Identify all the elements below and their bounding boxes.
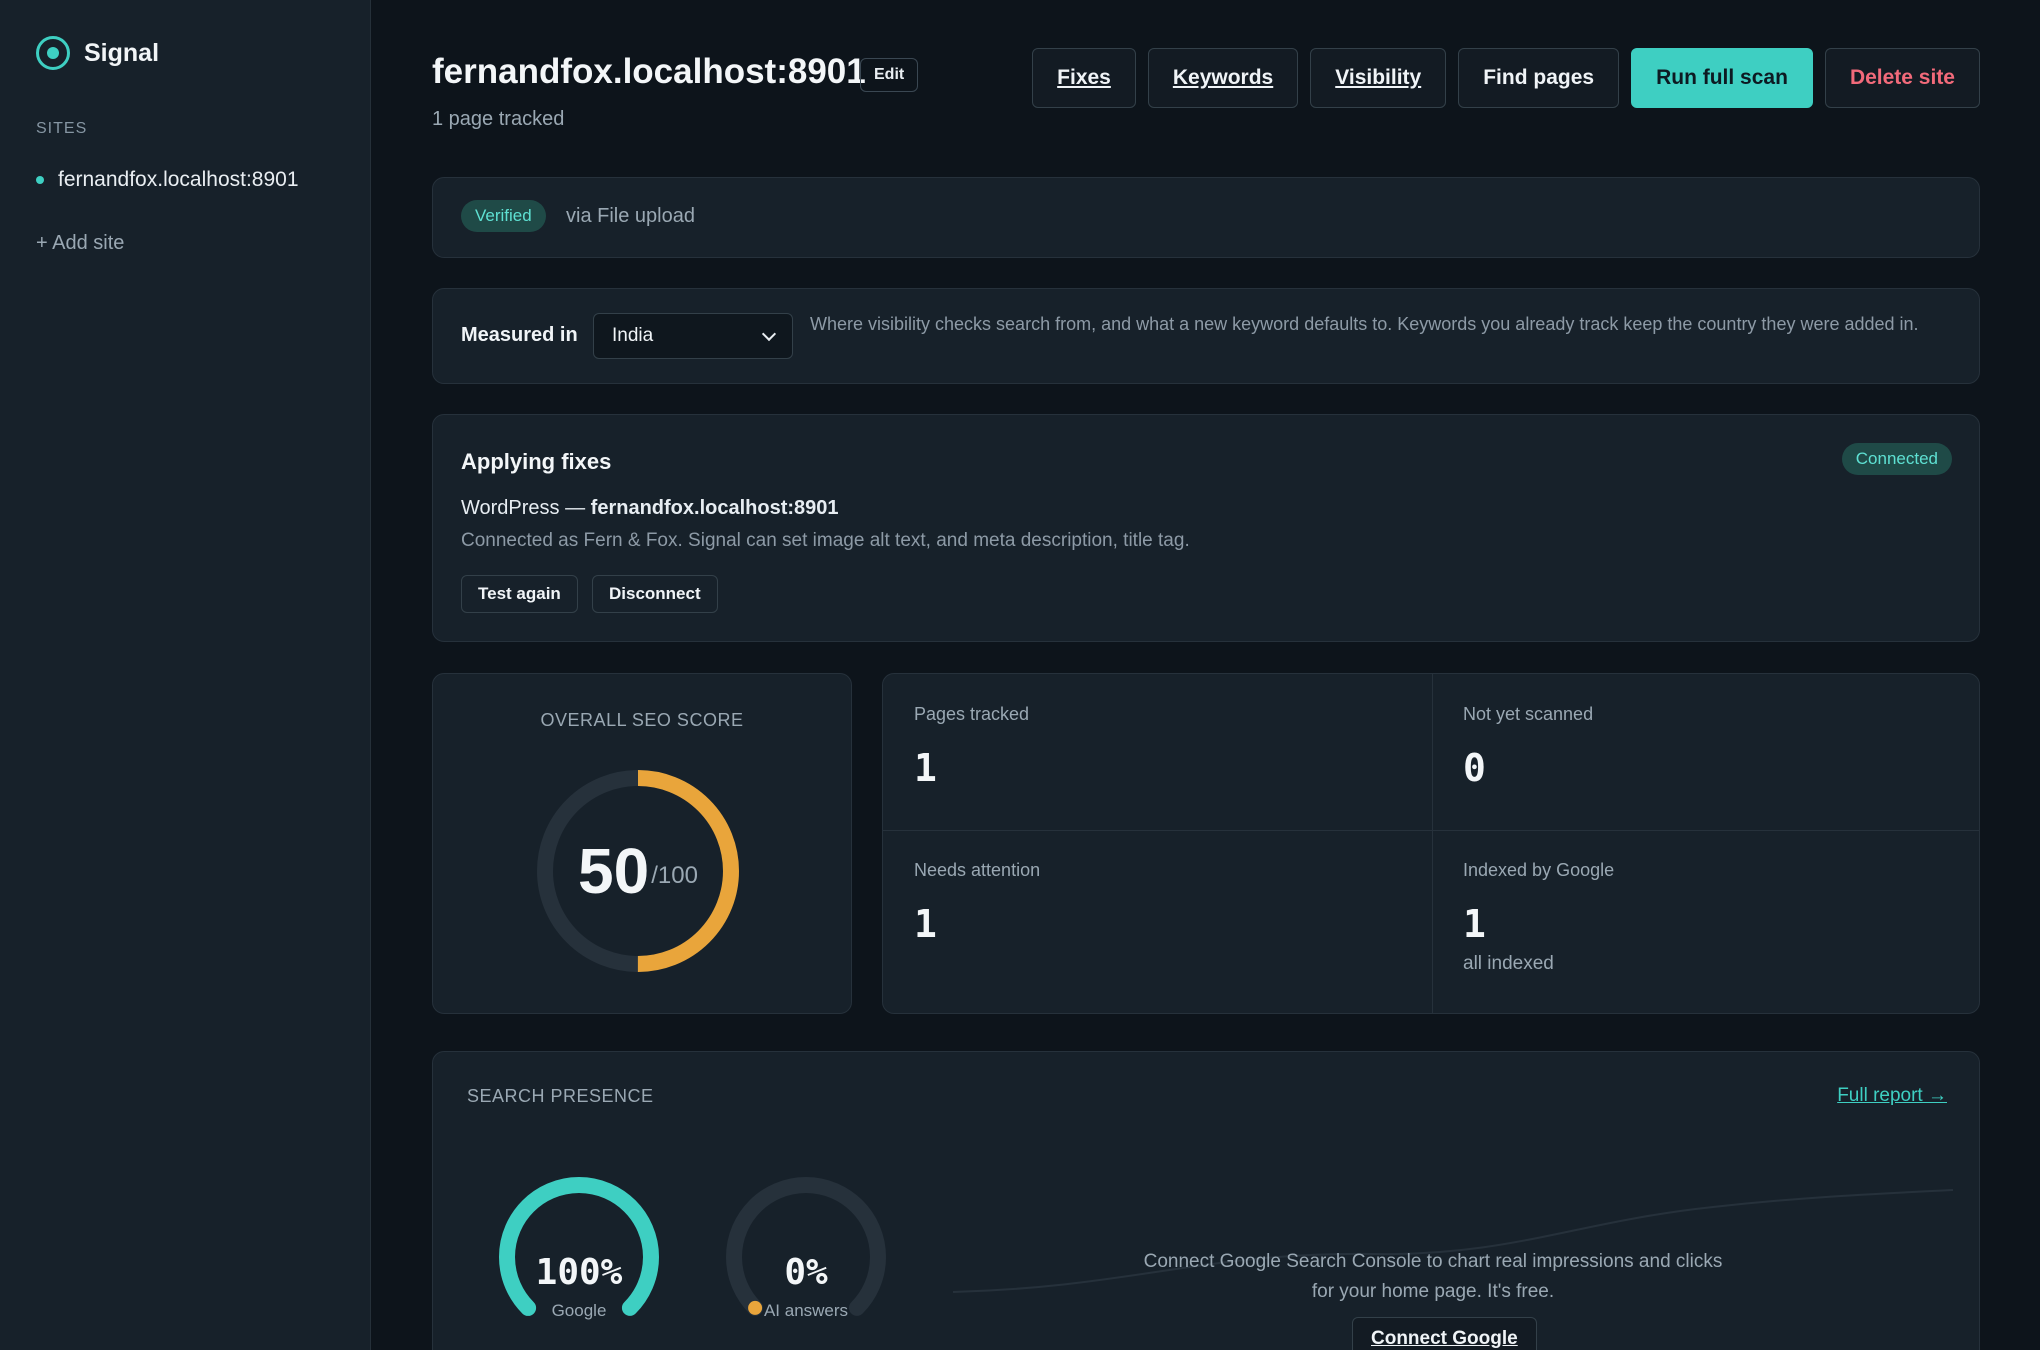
seo-score-label: OVERALL SEO SCORE	[540, 710, 744, 730]
pages-tracked-subtitle: 1 page tracked	[432, 108, 565, 130]
applying-fixes-card: Applying fixes Connected WordPress — fer…	[432, 414, 1980, 642]
google-gauge-label: Google	[551, 1301, 607, 1320]
sidebar-item-site[interactable]: fernandfox.localhost:8901	[36, 168, 299, 192]
ai-gauge-label: AI answers	[763, 1301, 849, 1320]
applying-fixes-title: Applying fixes	[461, 449, 612, 474]
stat-value: 1	[1463, 902, 1486, 946]
signal-logo-icon	[36, 36, 70, 70]
disconnect-button[interactable]: Disconnect	[592, 575, 718, 613]
seo-score-card: OVERALL SEO SCORE 50 /100	[432, 673, 852, 1014]
add-site-link[interactable]: + Add site	[36, 232, 124, 255]
chevron-down-icon	[761, 326, 777, 341]
seo-score-max: /100	[651, 862, 698, 889]
verification-method: via File upload	[566, 205, 695, 227]
wordpress-connection: WordPress — fernandfox.localhost:8901	[461, 497, 839, 520]
measurement-help-text: Where visibility checks search from, and…	[810, 314, 1919, 334]
search-presence-card: SEARCH PRESENCE Full report → 100% Googl…	[432, 1051, 1980, 1350]
ai-answers-gauge: 0% AI answers	[716, 1167, 896, 1347]
sites-heading: SITES	[36, 120, 88, 137]
connect-google-button[interactable]: Connect Google	[1352, 1317, 1537, 1350]
find-pages-button[interactable]: Find pages	[1458, 48, 1620, 108]
run-full-scan-button[interactable]: Run full scan	[1631, 48, 1813, 108]
verified-badge: Verified	[461, 200, 546, 232]
sidebar: Signal SITES fernandfox.localhost:8901 +…	[0, 0, 371, 1350]
stat-label: Needs attention	[914, 860, 1041, 880]
stat-value: 1	[914, 902, 937, 946]
keywords-button[interactable]: Keywords	[1147, 48, 1299, 108]
country-select[interactable]: India	[593, 313, 793, 359]
search-presence-title: SEARCH PRESENCE	[467, 1086, 654, 1106]
active-site-dot-icon	[36, 176, 44, 184]
connect-gsc-text: Connect Google Search Console to chart r…	[1143, 1251, 1723, 1302]
seo-score-value: 50 /100	[533, 766, 743, 976]
country-select-value: India	[612, 325, 654, 346]
stat-label: Pages tracked	[914, 704, 1030, 724]
edit-site-button[interactable]: Edit	[860, 58, 919, 92]
stat-indexed-by-google: Indexed by Google 1 all indexed	[1432, 830, 1981, 1000]
stat-label: Not yet scanned	[1463, 704, 1594, 724]
verification-card: Verified via File upload	[432, 177, 1980, 258]
brand-name: Signal	[84, 38, 160, 67]
page-title: fernandfox.localhost:8901	[432, 52, 866, 91]
google-gauge: 100% Google	[489, 1167, 669, 1347]
connected-site: fernandfox.localhost:8901	[590, 497, 839, 519]
test-again-button[interactable]: Test again	[461, 575, 578, 613]
stats-grid: Pages tracked 1 Not yet scanned 0 Needs …	[882, 673, 1980, 1014]
stat-pages-tracked: Pages tracked 1	[883, 674, 1432, 844]
measured-in-label: Measured in	[461, 324, 578, 346]
header-actions: Fixes Keywords Visibility Find pages Run…	[1032, 48, 1980, 108]
google-gauge-value: 100%	[535, 1252, 623, 1293]
delete-site-button[interactable]: Delete site	[1824, 48, 1980, 108]
brand[interactable]: Signal	[36, 36, 159, 70]
full-report-link[interactable]: Full report →	[1837, 1085, 1947, 1107]
stat-subtext: all indexed	[1463, 953, 1554, 974]
stat-label: Indexed by Google	[1463, 860, 1615, 880]
fixes-description: Connected as Fern & Fox. Signal can set …	[461, 530, 1190, 551]
measurement-card: Measured in India Where visibility check…	[432, 288, 1980, 384]
sidebar-item-label: fernandfox.localhost:8901	[58, 168, 299, 191]
stat-needs-attention: Needs attention 1	[883, 830, 1432, 1000]
fixes-button[interactable]: Fixes	[1032, 48, 1136, 108]
ai-gauge-value: 0%	[784, 1252, 828, 1293]
stat-value: 1	[914, 746, 937, 790]
connected-badge: Connected	[1841, 443, 1952, 475]
platform-label: WordPress —	[461, 497, 586, 519]
visibility-button[interactable]: Visibility	[1310, 48, 1447, 108]
stat-value: 0	[1463, 746, 1486, 790]
seo-score-number: 50	[578, 835, 650, 907]
stat-not-yet-scanned: Not yet scanned 0	[1432, 674, 1981, 844]
